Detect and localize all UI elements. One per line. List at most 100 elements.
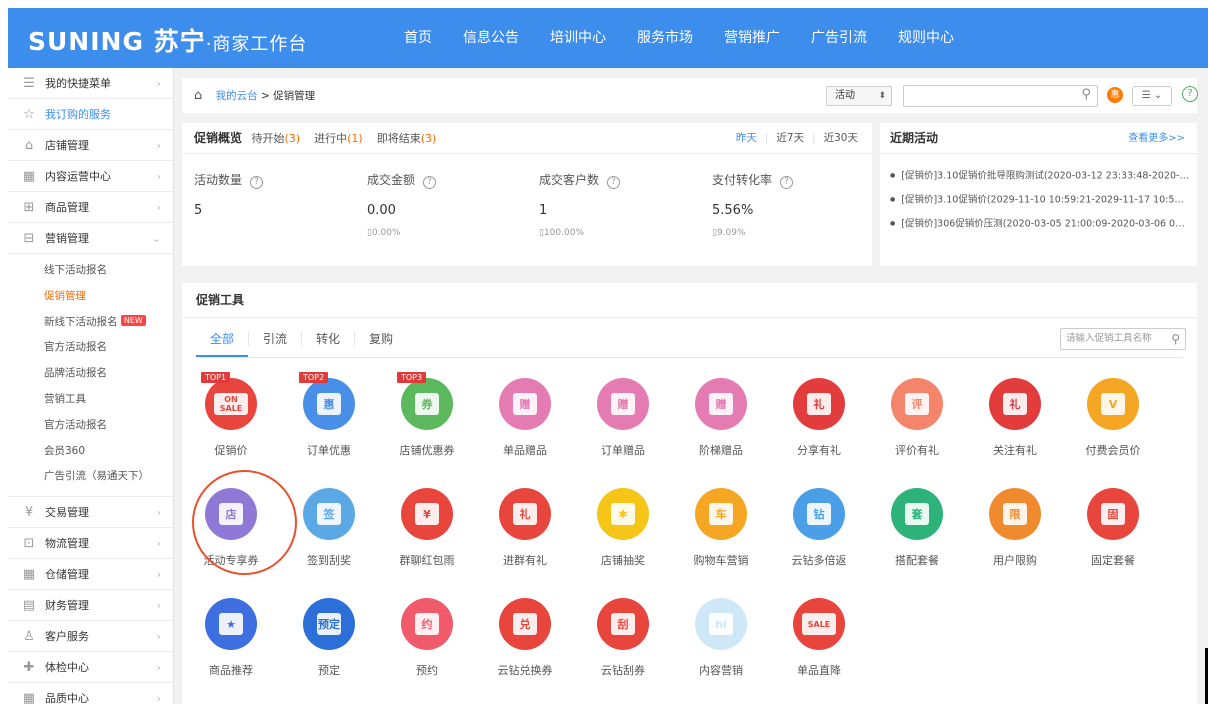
list-view-button[interactable]: ☰ ⌄: [1132, 86, 1172, 106]
help-icon[interactable]: ?: [1182, 86, 1198, 102]
status-filter[interactable]: 进行中(1): [314, 132, 363, 145]
promo-tool-cart[interactable]: 车购物车营销: [681, 488, 761, 568]
sidebar-item[interactable]: ✚ 体检中心 ›: [8, 652, 173, 684]
question-icon[interactable]: ?: [423, 176, 437, 189]
promo-tool-gift[interactable]: 赠阶梯赠品: [681, 378, 761, 458]
promo-tool-vip[interactable]: V 付费会员价: [1073, 378, 1153, 458]
nav-item[interactable]: 营销推广: [724, 8, 780, 68]
promo-tool-follow-gift[interactable]: 礼关注有礼: [975, 378, 1055, 458]
range-option[interactable]: 近7天: [776, 132, 804, 144]
coin-badge-icon[interactable]: 惠: [1107, 87, 1123, 103]
promo-tool-scratch-coupon[interactable]: 刮云钻刮券: [583, 598, 663, 678]
gift-icon[interactable]: 赠: [597, 378, 649, 430]
sidebar-item[interactable]: ☆ 我订购的服务: [8, 99, 173, 130]
status-filter[interactable]: 待开始(3): [252, 132, 301, 145]
promo-tool-share-gift[interactable]: 礼分享有礼: [779, 378, 859, 458]
sidebar-subitem[interactable]: 官方活动报名: [8, 413, 173, 439]
promo-tool-lottery[interactable]: ✱ 店铺抽奖: [583, 488, 663, 568]
search-icon[interactable]: ⚲: [1171, 329, 1180, 349]
reserve-icon[interactable]: 预定: [303, 598, 355, 650]
nav-item[interactable]: 广告引流: [811, 8, 867, 68]
tab-2[interactable]: 转化: [302, 332, 356, 346]
tab-1[interactable]: 引流: [249, 332, 303, 346]
tab-3[interactable]: 复购: [355, 332, 407, 346]
sidebar-item[interactable]: ▤ 财务管理 ›: [8, 590, 173, 622]
sidebar-subitem[interactable]: 新线下活动报名 NEW: [8, 310, 173, 336]
sign-in-icon[interactable]: 签: [303, 488, 355, 540]
question-icon[interactable]: ?: [780, 176, 794, 189]
promo-tool-price-drop[interactable]: SALE 单品直降: [779, 598, 859, 678]
promo-tool-group-gift[interactable]: 礼进群有礼: [485, 488, 565, 568]
promo-tool-order-discount[interactable]: TOP2 惠订单优惠: [289, 372, 369, 458]
promo-tool-fixed-combo[interactable]: 固固定套餐: [1073, 488, 1153, 568]
sidebar-item[interactable]: ⊟ 营销管理 ⌄: [8, 223, 173, 254]
sidebar-item[interactable]: ⊡ 物流管理 ›: [8, 528, 173, 560]
recommend-icon[interactable]: ★: [205, 598, 257, 650]
promo-tool-appointment[interactable]: 约预约: [387, 598, 467, 678]
vip-icon[interactable]: V: [1087, 378, 1139, 430]
view-more-link[interactable]: 查看更多>>: [1128, 123, 1185, 154]
promo-tool-recommend[interactable]: ★ 商品推荐: [191, 598, 271, 678]
question-icon[interactable]: ?: [607, 176, 621, 189]
diamond-icon[interactable]: 钻: [793, 488, 845, 540]
range-option[interactable]: 昨天: [736, 132, 757, 144]
share-gift-icon[interactable]: 礼: [793, 378, 845, 430]
cart-icon[interactable]: 车: [695, 488, 747, 540]
limit-icon[interactable]: 限: [989, 488, 1041, 540]
promo-tool-gift[interactable]: 赠单品赠品: [485, 378, 565, 458]
combo-icon[interactable]: 套: [891, 488, 943, 540]
promo-tool-coupon[interactable]: TOP3 券店铺优惠券: [387, 372, 467, 458]
sidebar-subitem[interactable]: 广告引流（易通天下）: [8, 464, 173, 490]
tab-0[interactable]: 全部: [196, 332, 250, 346]
promo-tool-diamond[interactable]: 钻云钻多倍返: [779, 488, 859, 568]
sidebar-subitem[interactable]: 会员360: [8, 439, 173, 465]
breadcrumb-root[interactable]: 我的云台: [216, 90, 258, 102]
promo-tool-combo[interactable]: 套搭配套餐: [877, 488, 957, 568]
sidebar-subitem[interactable]: 官方活动报名: [8, 335, 173, 361]
sale-tag-icon[interactable]: ON SALE: [205, 378, 257, 430]
appointment-icon[interactable]: 约: [401, 598, 453, 650]
nav-item[interactable]: 首页: [404, 8, 432, 68]
promo-tool-review-gift[interactable]: 评评价有礼: [877, 378, 957, 458]
sidebar-subitem[interactable]: 促销管理: [8, 284, 173, 310]
question-icon[interactable]: ?: [250, 176, 264, 189]
sidebar-item[interactable]: ▦ 仓储管理 ›: [8, 559, 173, 591]
follow-gift-icon[interactable]: 礼: [989, 378, 1041, 430]
sidebar-subitem[interactable]: 品牌活动报名: [8, 361, 173, 387]
status-filter[interactable]: 即将结束(3): [377, 132, 437, 145]
promo-tool-red-packet[interactable]: ¥ 群聊红包雨: [387, 488, 467, 568]
promo-tool-content[interactable]: hi 内容营销: [681, 598, 761, 678]
promo-tool-sale-tag[interactable]: TOP1 ON SALE 促销价: [191, 372, 271, 458]
red-packet-icon[interactable]: ¥: [401, 488, 453, 540]
exchange-coupon-icon[interactable]: 兑: [499, 598, 551, 650]
recent-item[interactable]: [促销价]3.10促销价(2029-11-10 10:59:21-2029-11…: [890, 188, 1189, 212]
group-gift-icon[interactable]: 礼: [499, 488, 551, 540]
promo-tool-sign-in[interactable]: 签签到刮奖: [289, 488, 369, 568]
nav-item[interactable]: 信息公告: [463, 8, 519, 68]
coupon-icon[interactable]: 券: [401, 378, 453, 430]
sidebar-item[interactable]: ⊞ 商品管理 ›: [8, 192, 173, 223]
sidebar-item[interactable]: ▦ 内容运营中心 ›: [8, 161, 173, 192]
recent-item[interactable]: [促销价]3.10促销价批导限购测试(2020-03-12 23:33:48-2…: [890, 164, 1189, 188]
order-discount-icon[interactable]: 惠: [303, 378, 355, 430]
lottery-icon[interactable]: ✱: [597, 488, 649, 540]
promo-tool-exchange-coupon[interactable]: 兑云钻兑换券: [485, 598, 565, 678]
recent-item[interactable]: [促销价]306促销价压测(2020-03-05 21:00:09-2020-0…: [890, 212, 1189, 236]
review-gift-icon[interactable]: 评: [891, 378, 943, 430]
suning-logo[interactable]: SUNING 苏宁·商家工作台: [28, 22, 307, 58]
promo-tool-limit[interactable]: 限用户限购: [975, 488, 1055, 568]
range-option[interactable]: 近30天: [824, 132, 858, 144]
fixed-combo-icon[interactable]: 固: [1087, 488, 1139, 540]
sidebar-subitem[interactable]: 线下活动报名: [8, 258, 173, 284]
global-search-input[interactable]: ⚲: [903, 85, 1098, 107]
nav-item[interactable]: 培训中心: [550, 8, 606, 68]
nav-item[interactable]: 服务市场: [637, 8, 693, 68]
content-icon[interactable]: hi: [695, 598, 747, 650]
home-icon[interactable]: ⌂: [194, 88, 202, 103]
sidebar-item[interactable]: ▦ 品质中心 ›: [8, 683, 173, 704]
sidebar-item[interactable]: ☰ 我的快捷菜单 ›: [8, 68, 173, 99]
gift-icon[interactable]: 赠: [695, 378, 747, 430]
price-drop-icon[interactable]: SALE: [793, 598, 845, 650]
search-icon[interactable]: ⚲: [1081, 87, 1091, 102]
gift-icon[interactable]: 赠: [499, 378, 551, 430]
